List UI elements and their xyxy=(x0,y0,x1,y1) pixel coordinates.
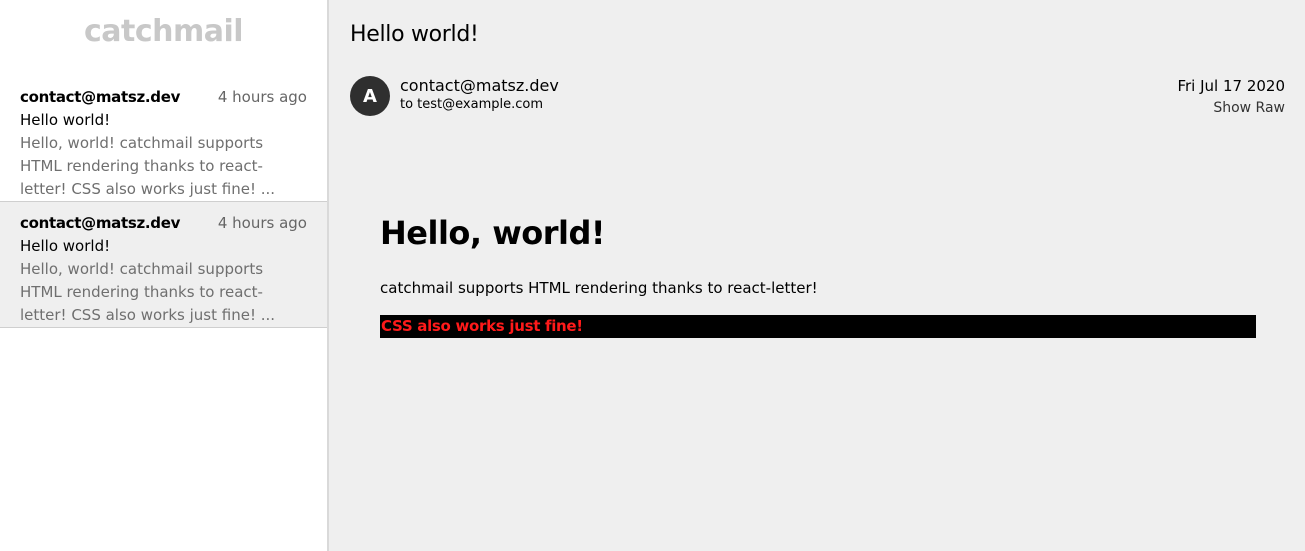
mail-item-sender: contact@matsz.dev xyxy=(20,214,181,232)
mail-item-preview: Hello, world! catchmail supports HTML re… xyxy=(20,134,276,198)
brand-logo: catchmail xyxy=(83,14,244,49)
mail-item-header: contact@matsz.dev 4 hours ago xyxy=(20,213,307,233)
sidebar: catchmail contact@matsz.dev 4 hours ago … xyxy=(0,0,329,551)
recipient-address: to test@example.com xyxy=(400,97,543,112)
message-body: Hello, world! catchmail supports HTML re… xyxy=(380,210,1256,338)
show-raw-button[interactable]: Show Raw xyxy=(1177,96,1285,120)
message-date: Fri Jul 17 2020 xyxy=(1177,77,1285,95)
app: catchmail contact@matsz.dev 4 hours ago … xyxy=(0,0,1305,551)
mail-item-preview: Hello, world! catchmail supports HTML re… xyxy=(20,260,276,324)
sender-address: contact@matsz.dev xyxy=(400,76,559,95)
body-paragraph: catchmail supports HTML rendering thanks… xyxy=(380,279,818,297)
message-view: Hello world! A contact@matsz.dev to test… xyxy=(329,0,1305,551)
mail-list-item[interactable]: contact@matsz.dev 4 hours ago Hello worl… xyxy=(0,76,327,202)
mail-item-header: contact@matsz.dev 4 hours ago xyxy=(20,87,307,107)
message-meta: Fri Jul 17 2020 Show Raw xyxy=(1177,76,1285,120)
mail-item-sender: contact@matsz.dev xyxy=(20,88,181,106)
mail-item-subject: Hello world! xyxy=(20,237,111,255)
sender-avatar: A xyxy=(350,76,390,116)
message-title: Hello world! xyxy=(350,22,479,47)
body-styled-text: CSS also works just fine! xyxy=(380,315,1256,338)
mail-list-item-selected[interactable]: contact@matsz.dev 4 hours ago Hello worl… xyxy=(0,202,327,328)
mail-item-time: 4 hours ago xyxy=(217,214,307,232)
mail-item-time: 4 hours ago xyxy=(217,88,307,106)
sender-info: contact@matsz.dev to test@example.com xyxy=(400,76,559,114)
mail-item-subject: Hello world! xyxy=(20,111,111,129)
body-heading: Hello, world! xyxy=(380,214,606,252)
